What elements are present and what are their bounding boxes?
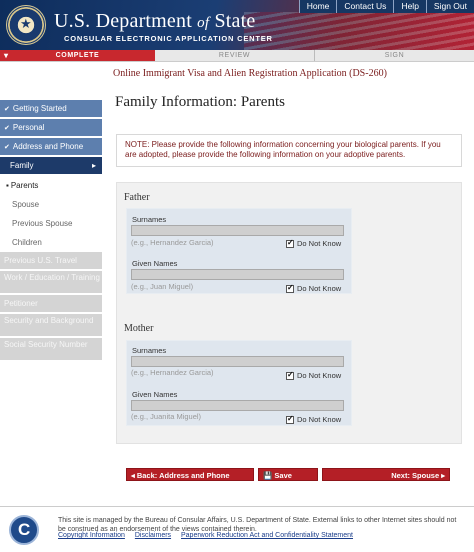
state-department-seal-icon bbox=[6, 5, 46, 45]
sidebar-item-previous-us-travel: Previous U.S. Travel bbox=[0, 252, 102, 269]
department-title: U.S. Department of State bbox=[54, 10, 256, 32]
progress-complete: COMPLETE bbox=[0, 50, 155, 62]
father-surnames-hint: (e.g., Hernandez Garcia) bbox=[131, 238, 214, 247]
sidebar-item-address-and-phone[interactable]: Address and Phone bbox=[0, 138, 102, 155]
father-heading: Father bbox=[124, 192, 150, 203]
sidebar-item-getting-started[interactable]: Getting Started bbox=[0, 100, 102, 117]
parents-note: NOTE: Please provide the following infor… bbox=[116, 134, 462, 167]
mother-surnames-input[interactable] bbox=[131, 356, 344, 367]
sidebar-item-petitioner: Petitioner bbox=[0, 295, 102, 312]
sidebar-subitem-parents[interactable]: Parents bbox=[0, 176, 102, 195]
mother-given-names-input[interactable] bbox=[131, 400, 344, 411]
mother-given-names-do-not-know[interactable]: Do Not Know bbox=[286, 414, 341, 424]
sidebar-item-family[interactable]: Family bbox=[0, 157, 102, 174]
progress-review: REVIEW bbox=[155, 50, 315, 61]
mother-surnames-label: Surnames bbox=[132, 346, 167, 355]
consular-affairs-logo-icon bbox=[9, 515, 39, 545]
disclaimers-link[interactable]: Disclaimers bbox=[135, 532, 171, 539]
save-button[interactable]: 💾 Save bbox=[258, 468, 318, 481]
progress-bar: COMPLETE REVIEW SIGN bbox=[0, 50, 474, 62]
checkbox-icon[interactable] bbox=[286, 370, 294, 380]
sidebar-subitem-previous-spouse[interactable]: Previous Spouse bbox=[0, 214, 102, 233]
father-surnames-label: Surnames bbox=[132, 215, 167, 224]
sidebar-subitem-spouse[interactable]: Spouse bbox=[0, 195, 102, 214]
back-button[interactable]: ◂ Back: Address and Phone bbox=[126, 468, 254, 481]
footer-links: Copyright Information Disclaimers Paperw… bbox=[58, 532, 361, 539]
mother-given-names-label: Given Names bbox=[132, 390, 178, 399]
father-given-names-label: Given Names bbox=[132, 259, 178, 268]
father-surnames-input[interactable] bbox=[131, 225, 344, 236]
checkbox-icon[interactable] bbox=[286, 414, 294, 424]
top-links: Home Contact Us Help Sign Out bbox=[298, 0, 474, 13]
father-given-names-do-not-know[interactable]: Do Not Know bbox=[286, 283, 341, 293]
flag-stripes bbox=[244, 12, 474, 50]
paperwork-reduction-act-link[interactable]: Paperwork Reduction Act and Confidential… bbox=[181, 532, 353, 539]
sidebar-nav: Getting Started Personal Address and Pho… bbox=[0, 100, 102, 362]
mother-surnames-hint: (e.g., Hernandez Garcia) bbox=[131, 368, 214, 377]
sidebar-subitem-children[interactable]: Children bbox=[0, 233, 102, 252]
copyright-information-link[interactable]: Copyright Information bbox=[58, 532, 125, 539]
sign-out-link[interactable]: Sign Out bbox=[425, 0, 474, 13]
progress-sign: SIGN bbox=[384, 52, 405, 59]
father-given-names-hint: (e.g., Juan Miguel) bbox=[131, 282, 194, 291]
header-banner: U.S. Department of State CONSULAR ELECTR… bbox=[0, 0, 474, 50]
sidebar-item-social-security-number: Social Security Number bbox=[0, 338, 102, 360]
footer-divider bbox=[0, 506, 474, 507]
mother-surnames-do-not-know[interactable]: Do Not Know bbox=[286, 370, 341, 380]
page-title: Family Information: Parents bbox=[115, 94, 285, 110]
help-link[interactable]: Help bbox=[393, 0, 425, 13]
sidebar-item-work-education-training: Work / Education / Training bbox=[0, 271, 102, 293]
checkbox-icon[interactable] bbox=[286, 238, 294, 248]
home-link[interactable]: Home bbox=[298, 0, 337, 13]
department-subtitle: CONSULAR ELECTRONIC APPLICATION CENTER bbox=[64, 34, 273, 43]
checkbox-icon[interactable] bbox=[286, 283, 294, 293]
contact-us-link[interactable]: Contact Us bbox=[336, 0, 393, 13]
sidebar-item-personal[interactable]: Personal bbox=[0, 119, 102, 136]
father-surnames-do-not-know[interactable]: Do Not Know bbox=[286, 238, 341, 248]
sidebar-item-security-and-background: Security and Background bbox=[0, 314, 102, 336]
application-title: Online Immigrant Visa and Alien Registra… bbox=[113, 68, 387, 79]
next-button[interactable]: Next: Spouse ▸ bbox=[322, 468, 450, 481]
father-given-names-input[interactable] bbox=[131, 269, 344, 280]
mother-given-names-hint: (e.g., Juanita Miguel) bbox=[131, 412, 202, 421]
mother-heading: Mother bbox=[124, 323, 154, 334]
